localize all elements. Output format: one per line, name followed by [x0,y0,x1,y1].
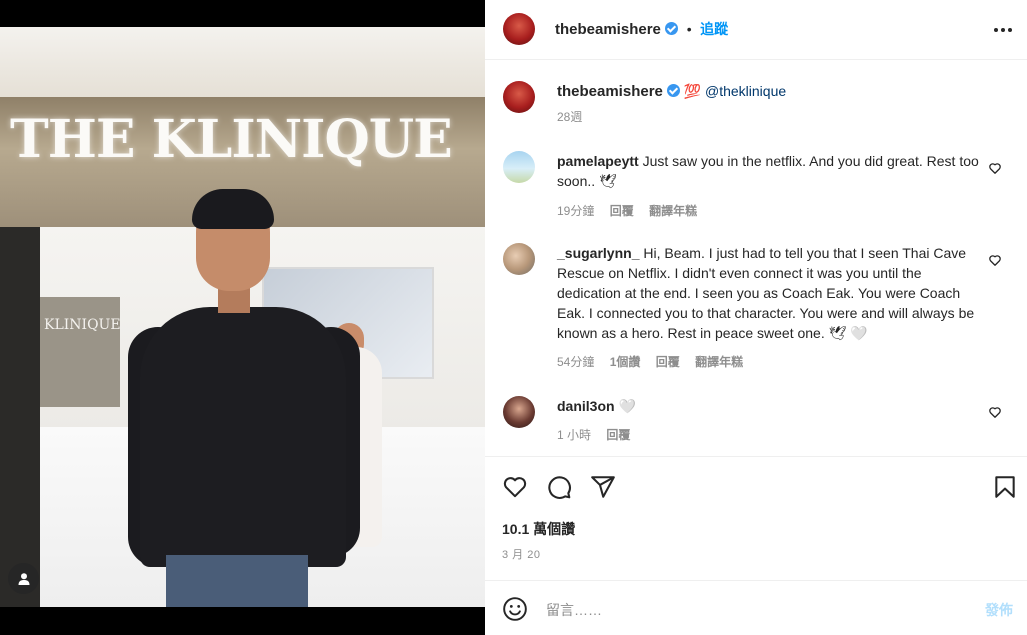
post-media[interactable]: THE KLINIQUE KLINIQUE [0,0,485,635]
comment-input[interactable]: 留言…… [546,600,602,620]
action-bar: 10.1 萬個讚 3 月 20 [485,456,1027,580]
photo-pillar [0,227,40,607]
author-username[interactable]: thebeamishere [555,21,661,38]
comment-username[interactable]: pamelapeytt [557,153,639,169]
comment-username[interactable]: _sugarlynn_ [557,245,639,261]
comment-text: _sugarlynn_ Hi, Beam. I just had to tell… [557,243,987,343]
caption-time[interactable]: 28週 [557,110,582,124]
comment-translate-button[interactable]: 翻譯年糕 [649,204,697,218]
verified-icon [666,84,680,97]
post-photo[interactable]: THE KLINIQUE KLINIQUE [0,27,485,607]
comment-meta: 19分鐘 回覆 翻譯年糕 [557,202,697,219]
likes-count[interactable]: 10.1 萬個讚 [502,519,575,539]
comment-time[interactable]: 19分鐘 [557,204,594,218]
comment-reply-button[interactable]: 回覆 [656,355,680,369]
caption: thebeamishere 💯 @theklinique 28週 [501,81,1011,131]
comment-text: pamelapeytt Just saw you in the netflix.… [557,151,987,191]
photo-person-jeans [166,555,308,607]
comment-translate-button[interactable]: 翻譯年糕 [695,355,743,369]
like-comment-heart-icon[interactable] [988,405,1002,419]
verified-icon [665,22,679,35]
caption-avatar[interactable] [503,81,535,113]
post-date[interactable]: 3 月 20 [502,546,540,562]
save-bookmark-icon[interactable] [992,474,1018,500]
post-header: thebeamishere • 追蹤 [485,0,1027,60]
follow-button[interactable]: 追蹤 [700,21,728,37]
photo-person-hair [192,189,274,229]
caption-meta: 28週 [557,108,594,125]
like-comment-heart-icon[interactable] [988,161,1002,175]
comment-reply-button[interactable]: 回覆 [610,204,634,218]
author-avatar[interactable] [503,13,535,45]
like-comment-heart-icon[interactable] [988,253,1002,267]
comment-item: _sugarlynn_ Hi, Beam. I just had to tell… [501,243,1011,373]
comment-username[interactable]: danil3on [557,398,615,414]
caption-emoji: 💯 [683,83,702,99]
like-heart-icon[interactable] [502,474,528,500]
separator-dot: • [686,21,692,37]
comment-meta: 54分鐘 1個讚 回覆 翻譯年糕 [557,353,743,370]
comment-item: danil3on 🤍 1 小時 回覆 [501,396,1011,446]
author-line: thebeamishere • 追蹤 [555,19,728,39]
post-side-panel: thebeamishere • 追蹤 thebeamishere 💯 @thek… [485,0,1027,635]
comment-meta: 1 小時 回覆 [557,426,630,443]
comment-avatar[interactable] [503,151,535,183]
comment-time[interactable]: 54分鐘 [557,355,594,369]
comments-section[interactable]: thebeamishere 💯 @theklinique 28週 pamelap… [485,61,1027,455]
tagged-users-icon[interactable] [8,563,39,594]
photo-ceiling [0,27,485,107]
comment-text: danil3on 🤍 [557,396,987,416]
post-comment-button[interactable]: 發佈 [985,600,1013,620]
photo-person-body [140,307,346,567]
emoji-icon[interactable] [502,596,528,622]
caption-mention[interactable]: @theklinique [705,83,786,99]
photo-panel: KLINIQUE [40,297,121,407]
comment-icon[interactable] [546,474,572,500]
comment-reply-button[interactable]: 回覆 [606,428,630,442]
comment-avatar[interactable] [503,243,535,275]
more-horizontal-icon[interactable] [993,27,1013,33]
caption-text: thebeamishere 💯 @theklinique [557,81,987,102]
comment-body: 🤍 [618,398,636,414]
share-send-icon[interactable] [590,474,616,500]
comment-likes[interactable]: 1個讚 [610,355,641,369]
caption-username[interactable]: thebeamishere [557,83,663,100]
comment-item: pamelapeytt Just saw you in the netflix.… [501,151,1011,221]
comment-composer: 留言…… 發佈 [485,580,1027,635]
person-icon [18,572,29,585]
comment-avatar[interactable] [503,396,535,428]
comment-time[interactable]: 1 小時 [557,428,591,442]
photo-panel-text: KLINIQUE [44,317,121,333]
photo-sign-text: THE KLINIQUE [10,109,453,170]
